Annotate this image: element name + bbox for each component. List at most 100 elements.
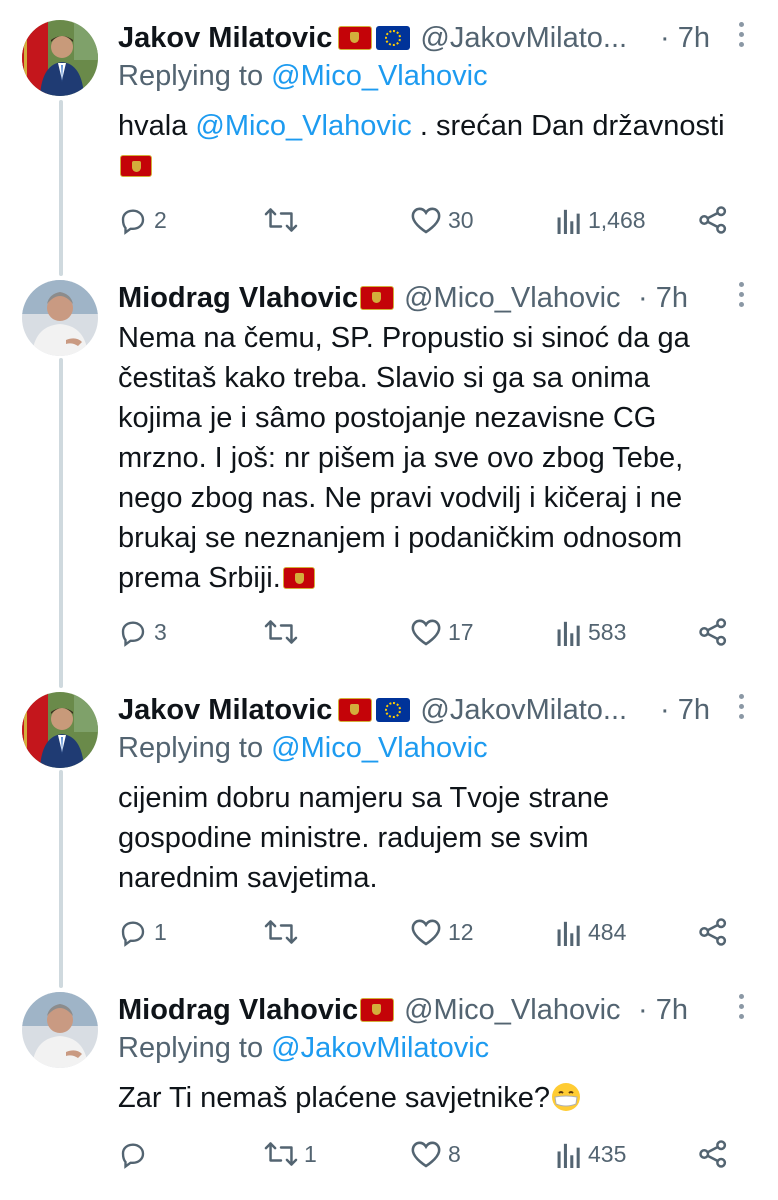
analytics-icon <box>557 209 580 234</box>
more-options-icon[interactable] <box>738 694 744 719</box>
share-button[interactable] <box>698 200 728 240</box>
tweet[interactable]: Miodrag Vlahovic @Mico_Vlahovic · 7h Rep… <box>0 980 778 1200</box>
views-button[interactable]: 1,468 <box>556 200 646 240</box>
analytics-icon <box>557 621 580 646</box>
analytics-icon <box>557 1143 580 1168</box>
timestamp[interactable]: · 7h <box>660 22 710 55</box>
mask-face-emoji-icon <box>552 1083 580 1111</box>
views-count: 583 <box>588 618 627 645</box>
montenegro-flag-icon <box>120 155 152 177</box>
reply-icon <box>121 209 145 235</box>
tweet[interactable]: Jakov Milatovic @JakovMilato... · 7h Rep… <box>0 680 778 980</box>
author-name[interactable]: Jakov Milatovic <box>118 694 332 727</box>
retweet-icon <box>264 920 298 944</box>
avatar[interactable] <box>22 280 98 356</box>
author-handle[interactable]: @JakovMilato... <box>420 694 627 727</box>
share-button[interactable] <box>698 612 728 652</box>
reply-to-link[interactable]: @Mico_Vlahovic <box>271 60 487 92</box>
retweet-button[interactable] <box>264 200 304 240</box>
text-segment: hvala <box>118 110 196 142</box>
retweet-icon <box>264 620 298 644</box>
timestamp[interactable]: · 7h <box>638 994 688 1027</box>
reply-context: Replying to @JakovMilatovic <box>118 1032 489 1065</box>
reply-count: 3 <box>154 618 167 645</box>
tweet-text: cijenim dobru namjeru sa Tvoje strane go… <box>118 778 628 898</box>
eu-flag-icon <box>376 698 411 722</box>
like-button[interactable]: 17 <box>410 612 474 652</box>
author-flags <box>338 26 411 50</box>
share-button[interactable] <box>698 1134 728 1174</box>
reply-button[interactable] <box>118 1134 154 1174</box>
reply-prefix: Replying to <box>118 732 272 764</box>
retweet-button[interactable] <box>264 612 304 652</box>
reply-to-link[interactable]: @Mico_Vlahovic <box>271 732 487 764</box>
like-count: 12 <box>448 918 474 945</box>
like-button[interactable]: 8 <box>410 1134 461 1174</box>
author-flags <box>360 998 395 1022</box>
retweet-button[interactable]: 1 <box>264 1134 317 1174</box>
reply-button[interactable]: 2 <box>118 200 167 240</box>
text-segment: . srećan Dan državnosti <box>411 110 725 142</box>
reply-prefix: Replying to <box>118 1032 272 1064</box>
avatar[interactable] <box>22 692 98 768</box>
reply-context: Replying to @Mico_Vlahovic <box>118 732 488 765</box>
tweet-actions: 1 8 435 <box>118 1134 778 1174</box>
mention-link[interactable]: @Mico_Vlahovic <box>195 110 411 142</box>
author-handle[interactable]: @Mico_Vlahovic <box>404 282 620 315</box>
author-handle[interactable]: @Mico_Vlahovic <box>404 994 620 1027</box>
text-segment: Nema na čemu, SP. Propustio si sinoć da … <box>118 322 690 594</box>
share-icon <box>699 1140 727 1168</box>
timestamp[interactable]: · 7h <box>660 694 710 727</box>
author-flags <box>338 698 411 722</box>
heart-icon <box>411 207 441 234</box>
reply-to-link[interactable]: @JakovMilatovic <box>271 1032 489 1064</box>
avatar[interactable] <box>22 20 98 96</box>
retweet-count: 1 <box>304 1140 317 1167</box>
montenegro-flag-icon <box>282 567 315 589</box>
like-button[interactable]: 12 <box>410 912 474 952</box>
tweet-actions: 2 30 1,468 <box>118 200 778 240</box>
tweet-text: Zar Ti nemaš plaćene savjetnike? <box>118 1078 738 1118</box>
tweet-text: hvala @Mico_Vlahovic . srećan Dan državn… <box>118 106 738 186</box>
tweet-text: Nema na čemu, SP. Propustio si sinoć da … <box>118 318 738 598</box>
more-options-icon[interactable] <box>738 282 744 307</box>
like-button[interactable]: 30 <box>410 200 474 240</box>
eu-flag-icon <box>376 26 411 50</box>
reply-icon <box>121 1143 145 1169</box>
reply-button[interactable]: 1 <box>118 912 167 952</box>
montenegro-flag-icon <box>338 26 373 50</box>
montenegro-flag-icon <box>338 698 373 722</box>
timestamp[interactable]: · 7h <box>638 282 688 315</box>
retweet-icon <box>264 208 298 232</box>
heart-icon <box>411 919 441 946</box>
author-handle[interactable]: @JakovMilato... <box>420 22 627 55</box>
tweet[interactable]: Jakov Milatovic @JakovMilato... · 7h Rep… <box>0 0 778 270</box>
montenegro-flag-icon <box>360 286 395 310</box>
text-segment: cijenim dobru namjeru sa Tvoje strane go… <box>118 782 610 894</box>
more-options-icon[interactable] <box>738 994 744 1019</box>
share-button[interactable] <box>698 912 728 952</box>
heart-icon <box>411 1141 441 1168</box>
views-count: 484 <box>588 918 627 945</box>
reply-count: 2 <box>154 206 167 233</box>
views-button[interactable]: 435 <box>556 1134 626 1174</box>
avatar[interactable] <box>22 992 98 1068</box>
views-button[interactable]: 583 <box>556 612 626 652</box>
author-name[interactable]: Jakov Milatovic <box>118 22 332 55</box>
more-options-icon[interactable] <box>738 22 744 47</box>
retweet-button[interactable] <box>264 912 304 952</box>
author-name[interactable]: Miodrag Vlahovic <box>118 994 358 1027</box>
like-count: 17 <box>448 618 474 645</box>
montenegro-flag-icon <box>360 998 395 1022</box>
reply-icon <box>121 921 145 947</box>
share-icon <box>699 918 727 946</box>
reply-count: 1 <box>154 918 167 945</box>
reply-button[interactable]: 3 <box>118 612 167 652</box>
tweet-actions: 3 17 583 <box>118 612 778 652</box>
tweet[interactable]: Miodrag Vlahovic @Mico_Vlahovic · 7h Nem… <box>0 270 778 680</box>
reply-context: Replying to @Mico_Vlahovic <box>118 60 488 93</box>
views-button[interactable]: 484 <box>556 912 626 952</box>
share-icon <box>699 618 727 646</box>
views-count: 435 <box>588 1140 627 1167</box>
author-name[interactable]: Miodrag Vlahovic <box>118 282 358 315</box>
